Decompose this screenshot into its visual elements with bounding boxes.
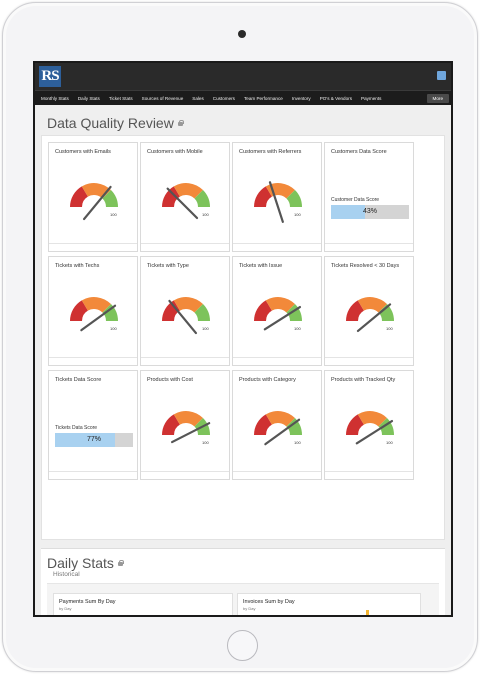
- gauge-max-label: 100: [386, 326, 393, 331]
- nav-more-button[interactable]: More: [426, 93, 449, 103]
- nav-item-po-s-vendors[interactable]: PO's & Vendors: [320, 96, 352, 101]
- nav-item-payments[interactable]: Payments: [361, 96, 381, 101]
- gauge-chart: 100: [70, 297, 118, 332]
- card-footer: [233, 471, 321, 479]
- gauge-max-label: 100: [202, 212, 209, 217]
- card-footer: [141, 243, 229, 251]
- gauge-card[interactable]: Customers with Mobile 100: [140, 142, 230, 252]
- gauge-chart: 100: [70, 183, 118, 221]
- card-title: Products with Cost: [147, 377, 193, 383]
- daily-stats-panel: Daily Stats Historical Payments Sum By D…: [41, 548, 445, 615]
- gauge-chart: 100: [254, 297, 302, 331]
- gauge-chart: 100: [254, 411, 302, 446]
- card-title: Customers with Mobile: [147, 149, 203, 155]
- gauge-chart: 100: [346, 297, 394, 333]
- nav-item-inventory[interactable]: Inventory: [292, 96, 311, 101]
- gauge-chart: 100: [254, 181, 302, 223]
- card-title: Tickets Data Score: [55, 377, 102, 383]
- gauge-max-label: 100: [110, 212, 117, 217]
- daily-stats-title: Daily Stats: [47, 555, 114, 571]
- gauge-card[interactable]: Tickets with Issue 100: [232, 256, 322, 366]
- card-footer: [325, 243, 413, 251]
- screen: RS Monthly Stats Daily Stats Ticket Stats S…: [33, 61, 453, 617]
- invoices-chart-card[interactable]: Invoices Sum by Day by Day 0k: [237, 593, 421, 615]
- ipad-frame: RS Monthly Stats Daily Stats Ticket Stats S…: [2, 2, 478, 672]
- data-quality-panel: Customers with Emails 100 Customers with M…: [41, 135, 445, 540]
- gauge-max-label: 100: [110, 326, 117, 331]
- nav-item-sales[interactable]: Sales: [192, 96, 204, 101]
- card-footer: [233, 243, 321, 251]
- score-card[interactable]: Customers Data Score Customer Data Score 4…: [324, 142, 414, 252]
- card-title: Customers Data Score: [331, 149, 387, 155]
- historical-label: Historical: [53, 571, 80, 578]
- dashboard-content: Data Quality Review Customers with Email…: [35, 105, 451, 615]
- card-footer: [49, 471, 137, 479]
- gauge-card[interactable]: Customers with Referrers 100: [232, 142, 322, 252]
- card-footer: [325, 471, 413, 479]
- gauge-chart: 100: [162, 411, 211, 445]
- card-footer: [233, 357, 321, 365]
- gauge-max-label: 100: [202, 326, 209, 331]
- chart-subtitle: by Day: [59, 606, 72, 611]
- score-progress-bar: 43%: [331, 205, 409, 219]
- main-nav: Monthly Stats Daily Stats Ticket Stats Sour…: [35, 90, 451, 105]
- data-quality-title: Data Quality Review: [47, 115, 174, 131]
- card-title: Customers with Referrers: [239, 149, 302, 155]
- chart-title: Payments Sum By Day: [59, 599, 116, 605]
- card-title: Customers with Emails: [55, 149, 111, 155]
- payments-chart-card[interactable]: Payments Sum By Day by Day 0k: [53, 593, 233, 615]
- menu-toggle-icon[interactable]: [437, 71, 446, 80]
- app-window: RS Monthly Stats Daily Stats Ticket Stats S…: [35, 63, 451, 615]
- card-title: Tickets Resolved < 30 Days: [331, 263, 400, 269]
- gauge-card[interactable]: Tickets Resolved < 30 Days 100: [324, 256, 414, 366]
- card-footer: [325, 357, 413, 365]
- gauge-card[interactable]: Tickets with Type 100: [140, 256, 230, 366]
- home-button[interactable]: [227, 630, 258, 661]
- card-footer: [49, 357, 137, 365]
- gauge-card[interactable]: Products with Category 100: [232, 370, 322, 480]
- gauge-card[interactable]: Products with Cost 100: [140, 370, 230, 480]
- camera-icon: [238, 30, 246, 38]
- nav-item-daily-stats[interactable]: Daily Stats: [78, 96, 100, 101]
- gauge-card[interactable]: Products with Tracked Qty 100: [324, 370, 414, 480]
- score-label: Tickets Data Score: [55, 425, 98, 431]
- top-bar: RS: [35, 63, 451, 90]
- card-footer: [141, 357, 229, 365]
- gauge-max-label: 100: [294, 440, 301, 445]
- gauge-chart: 100: [162, 183, 210, 220]
- score-value: 77%: [86, 436, 101, 443]
- gauge-max-label: 100: [386, 440, 393, 445]
- lock-icon[interactable]: [117, 559, 124, 566]
- gauge-max-label: 100: [202, 440, 209, 445]
- nav-item-monthly-stats[interactable]: Monthly Stats: [41, 96, 69, 101]
- score-progress-bar: 77%: [55, 433, 133, 447]
- chart-bar: [366, 610, 369, 615]
- gauge-card[interactable]: Customers with Emails 100: [48, 142, 138, 252]
- data-quality-heading: Data Quality Review: [47, 115, 184, 131]
- card-title: Products with Tracked Qty: [331, 377, 396, 383]
- card-title: Tickets with Techs: [55, 263, 100, 269]
- nav-item-ticket-stats[interactable]: Ticket Stats: [109, 96, 133, 101]
- gauge-card[interactable]: Tickets with Techs 100: [48, 256, 138, 366]
- gauge-chart: 100: [346, 411, 394, 445]
- nav-item-customers[interactable]: Customers: [213, 96, 235, 101]
- card-footer: [49, 243, 137, 251]
- daily-stats-heading: Daily Stats: [47, 555, 124, 571]
- lock-icon[interactable]: [177, 119, 184, 126]
- score-label: Customer Data Score: [331, 197, 380, 203]
- score-card[interactable]: Tickets Data Score Tickets Data Score 77%: [48, 370, 138, 480]
- card-title: Tickets with Issue: [239, 263, 283, 269]
- gauge-max-label: 100: [294, 326, 301, 331]
- card-title: Tickets with Type: [147, 263, 189, 269]
- chart-title: Invoices Sum by Day: [243, 599, 295, 605]
- app-logo[interactable]: RS: [39, 66, 61, 87]
- card-footer: [141, 471, 229, 479]
- gauge-max-label: 100: [294, 212, 301, 217]
- chart-subtitle: by Day: [243, 606, 256, 611]
- score-value: 43%: [362, 208, 377, 215]
- nav-item-team-performance[interactable]: Team Performance: [244, 96, 283, 101]
- card-title: Products with Category: [239, 377, 296, 383]
- nav-item-sources-of-revenue[interactable]: Sources of Revenue: [142, 96, 184, 101]
- gauge-chart: 100: [162, 297, 210, 335]
